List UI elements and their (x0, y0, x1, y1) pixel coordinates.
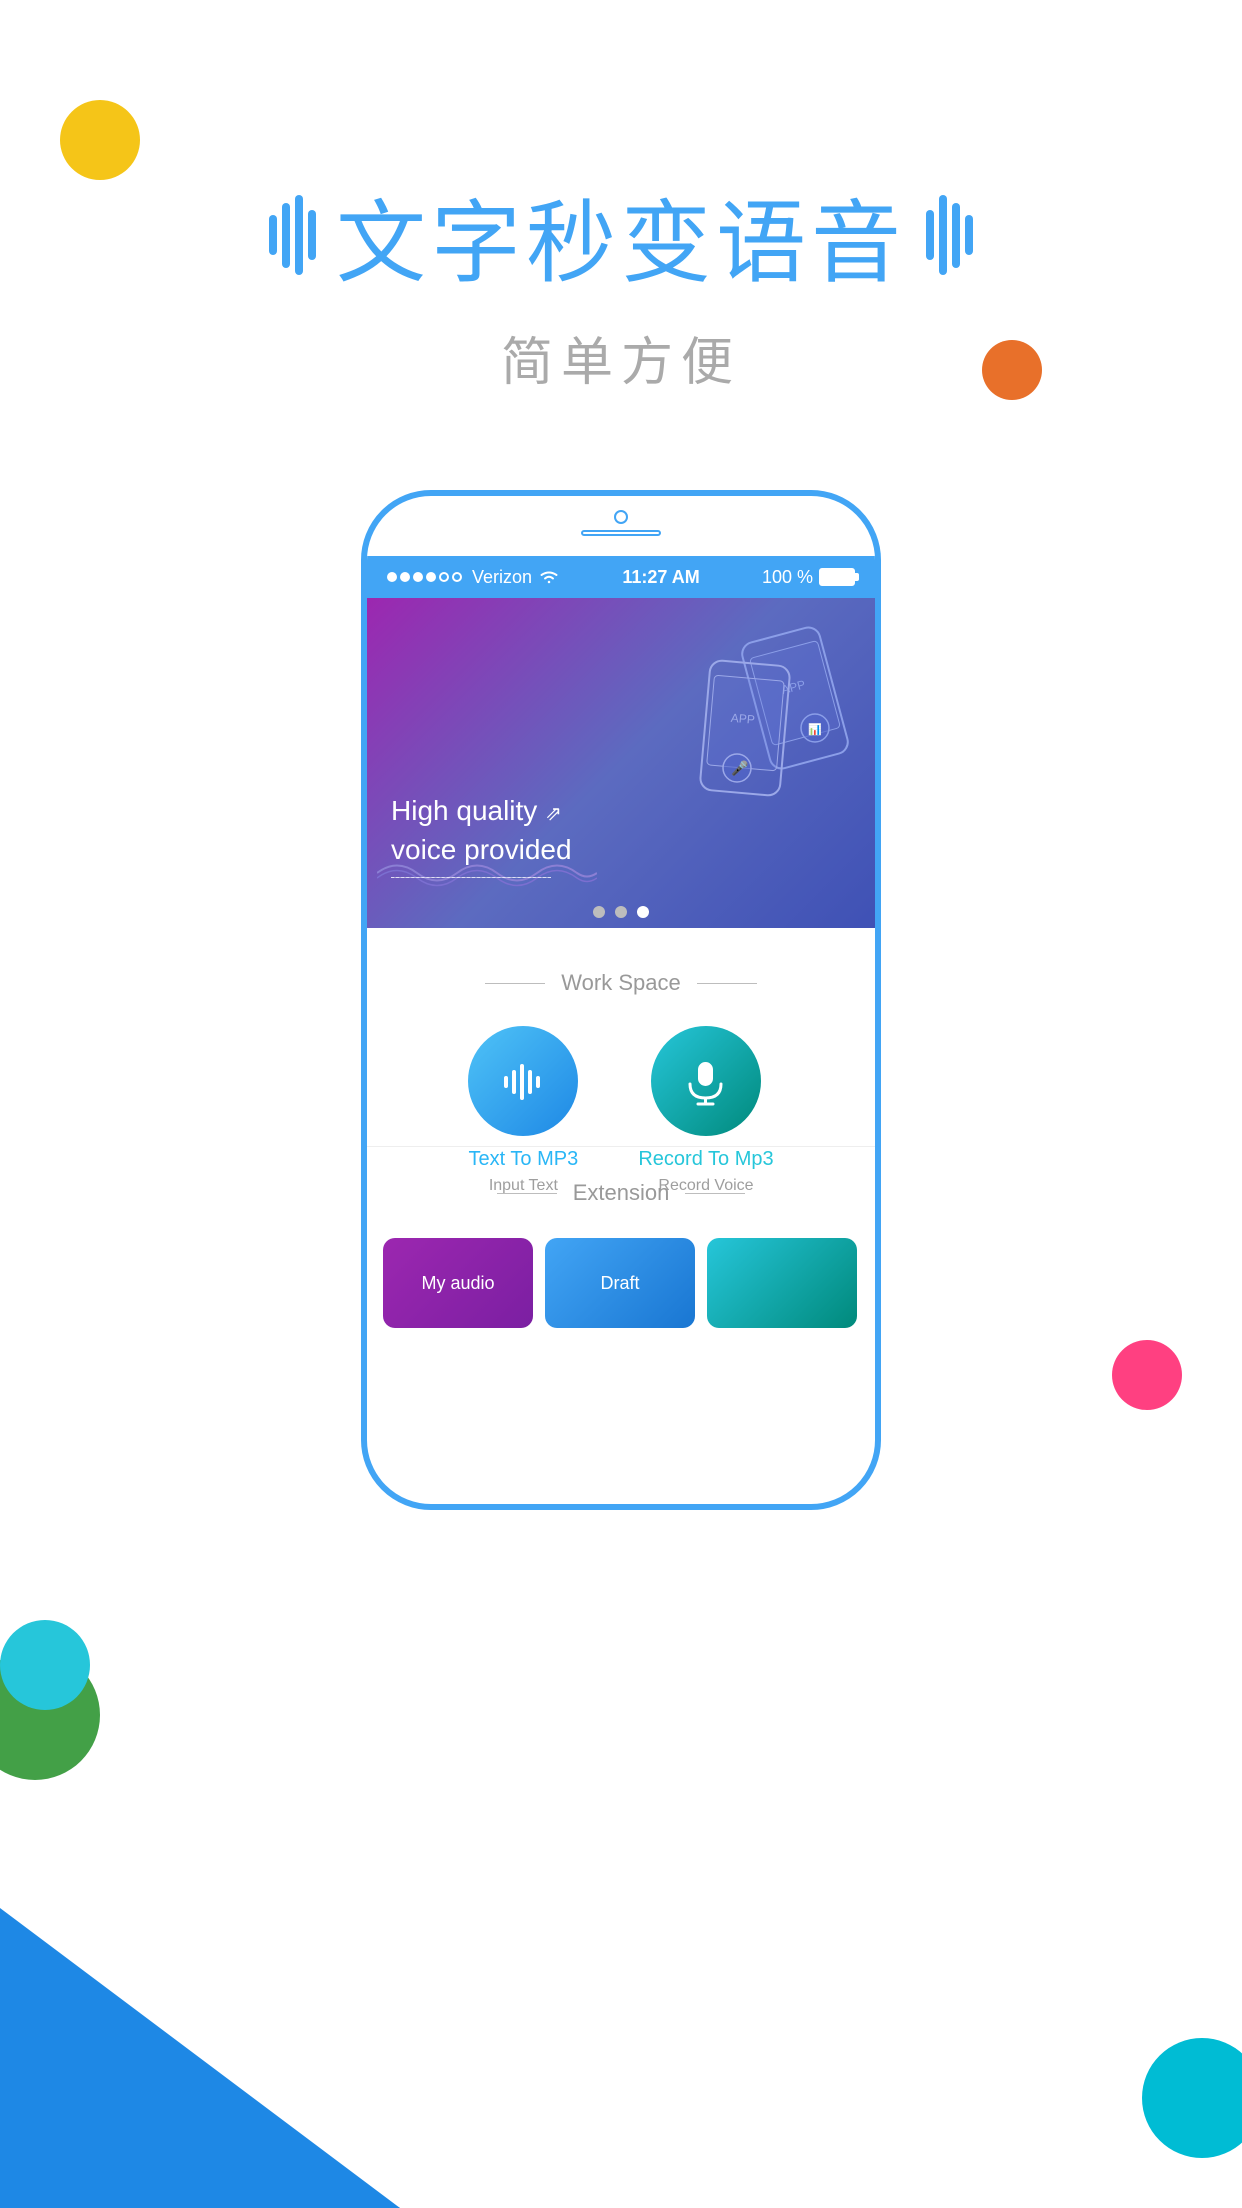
phone-mockup: Verizon 11:27 AM 100 % (361, 490, 881, 1510)
my-audio-label: My audio (421, 1273, 494, 1294)
wave-bars-right (926, 195, 973, 275)
signal-dot (400, 572, 410, 582)
draft-card[interactable]: Draft (545, 1238, 695, 1328)
phone-frame: Verizon 11:27 AM 100 % (361, 490, 881, 1510)
svg-text:🎤: 🎤 (731, 759, 749, 777)
text-to-mp3-icon-circle[interactable] (468, 1026, 578, 1136)
section-divider (367, 1146, 875, 1147)
circle-teal-decoration (0, 1620, 90, 1710)
banner-slider[interactable]: APP APP 🎤 📊 High quality ⇗ voice provide… (367, 598, 875, 928)
wave-bar (926, 210, 934, 260)
wave-bar (952, 203, 960, 268)
svg-text:APP: APP (730, 711, 755, 727)
banner-phone-illustration: APP APP 🎤 📊 (675, 613, 865, 813)
extension-section: Extension My audio Draft (367, 1156, 875, 1340)
subtitle-text: 简单方便 (0, 320, 1242, 395)
third-ext-card[interactable] (707, 1238, 857, 1328)
wave-bar (965, 215, 973, 255)
wifi-icon (538, 568, 560, 586)
ext-section-line-left (497, 1193, 557, 1194)
chinese-title: 文字秒变语音 (336, 170, 906, 300)
signal-dot (413, 572, 423, 582)
svg-text:📊: 📊 (808, 723, 822, 736)
phone-top-detail (581, 510, 661, 536)
workspace-header: Work Space (367, 946, 875, 1016)
banner-text-content: High quality ⇗ voice provided (391, 791, 572, 878)
status-left: Verizon (387, 567, 560, 588)
status-time: 11:27 AM (622, 567, 699, 588)
status-right: 100 % (762, 567, 855, 588)
wave-bars-left (269, 195, 316, 275)
dot-3-active[interactable] (637, 906, 649, 918)
extension-cards-row: My audio Draft (367, 1226, 875, 1340)
signal-dot (387, 572, 397, 582)
blue-shape-2 (0, 1708, 500, 2208)
phone-camera (614, 510, 628, 524)
wave-bar (282, 203, 290, 268)
section-line-left (485, 983, 545, 984)
wave-bar (269, 215, 277, 255)
banner-headline: High quality ⇗ voice provided (391, 791, 572, 869)
banner-line2: voice provided (391, 834, 572, 865)
wave-bar (939, 195, 947, 275)
share-icon: ⇗ (545, 803, 562, 825)
banner-line1: High quality (391, 795, 545, 826)
workspace-title: Work Space (561, 970, 680, 996)
record-to-mp3-icon-circle[interactable] (651, 1026, 761, 1136)
battery-icon (819, 568, 855, 586)
waveform-icon (496, 1054, 551, 1109)
banner-divider (391, 877, 551, 878)
circle-pink-decoration (1112, 1340, 1182, 1410)
signal-dots (387, 572, 462, 582)
banner-dots (593, 906, 649, 918)
my-audio-card[interactable]: My audio (383, 1238, 533, 1328)
ext-section-line-right (685, 1193, 745, 1194)
wave-bar (308, 210, 316, 260)
signal-dot-empty (439, 572, 449, 582)
battery-percent: 100 % (762, 567, 813, 588)
draft-label: Draft (600, 1273, 639, 1294)
main-title-row: 文字秒变语音 (0, 170, 1242, 300)
section-line-right (697, 983, 757, 984)
carrier-name: Verizon (472, 567, 532, 588)
status-bar: Verizon 11:27 AM 100 % (367, 556, 875, 598)
dot-1[interactable] (593, 906, 605, 918)
microphone-icon (678, 1054, 733, 1109)
dot-2[interactable] (615, 906, 627, 918)
signal-dot (426, 572, 436, 582)
wave-bar (295, 195, 303, 275)
signal-dot-empty (452, 572, 462, 582)
phone-speaker (581, 530, 661, 536)
header-section: 文字秒变语音 简单方便 (0, 170, 1242, 395)
extension-title: Extension (573, 1180, 670, 1206)
circle-cyan-decoration (1142, 2038, 1242, 2158)
extension-header: Extension (367, 1156, 875, 1226)
circle-yellow-decoration (60, 100, 140, 180)
